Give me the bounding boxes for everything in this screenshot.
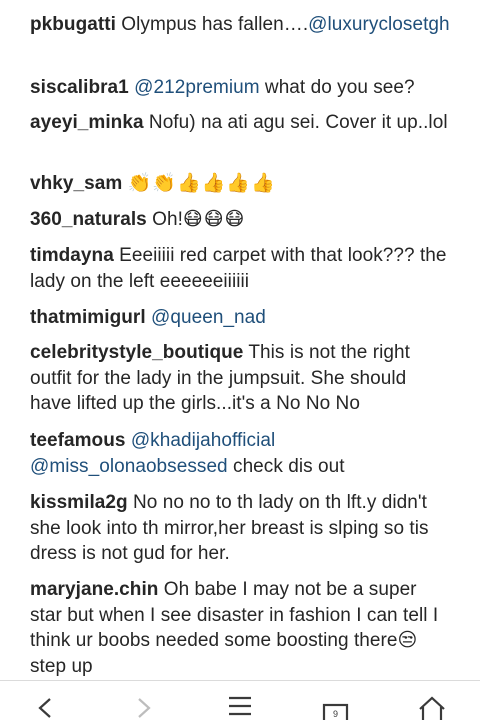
comment-username[interactable]: ayeyi_minka (30, 112, 144, 133)
comment-username[interactable]: maryjane.chin (30, 579, 158, 600)
comment-username[interactable]: teefamous (30, 430, 125, 451)
comment-item: vhky_sam 👏👏👍👍👍👍 (30, 171, 450, 197)
menu-icon (229, 696, 251, 716)
back-button[interactable] (26, 695, 66, 720)
comment-emoji: 😷😷😷 (182, 209, 246, 230)
comment-item: kissmila2g No no no to th lady on th lft… (30, 490, 450, 567)
comment-text: check dis out (227, 455, 345, 477)
tabs-button[interactable]: 9 (316, 695, 356, 720)
comment-mention[interactable]: @212premium (134, 77, 259, 98)
comment-item: celebritystyle_boutique This is not the … (30, 340, 450, 417)
comment-emoji: 👏👏👍👍👍👍 (127, 173, 276, 194)
comment-item: teefamous @khadijahofficial @miss_olonao… (30, 428, 450, 479)
comment-username[interactable]: timdayna (30, 245, 114, 266)
forward-icon (138, 698, 151, 718)
comment-username[interactable]: 360_naturals (30, 209, 147, 230)
comment-mention[interactable]: @luxuryclosetgh (308, 14, 450, 35)
comment-username[interactable]: siscalibra1 (30, 77, 129, 98)
browser-navigation-bar: 9 (0, 680, 480, 720)
comment-item: siscalibra1 @212premium what do you see? (30, 75, 450, 101)
comment-username[interactable]: pkbugatti (30, 14, 116, 35)
comment-text: Nofu) na ati agu sei. Cover it up..lol (148, 112, 448, 133)
home-icon (419, 696, 445, 720)
comment-username[interactable]: thatmimigurl (30, 307, 146, 328)
comment-mention[interactable]: @queen_nad (151, 307, 266, 328)
menu-button[interactable] (220, 695, 260, 720)
comment-item: maryjane.chin Oh babe I may not be a sup… (30, 577, 450, 679)
comment-username[interactable]: kissmila2g (30, 492, 128, 513)
forward-button[interactable] (124, 695, 164, 720)
comment-emoji: 😒 (397, 630, 419, 651)
home-button[interactable] (412, 695, 452, 720)
comment-item: ayeyi_minka Nofu) na ati agu sei. Cover … (30, 110, 450, 136)
tabs-icon: 9 (322, 703, 349, 720)
comment-username[interactable]: vhky_sam (30, 173, 122, 194)
comment-username[interactable]: celebritystyle_boutique (30, 342, 243, 363)
comment-text: step up (30, 655, 93, 677)
comment-text: Olympus has fallen…. (121, 14, 309, 35)
tabs-count: 9 (333, 709, 338, 719)
comment-text: what do you see? (259, 77, 415, 98)
comment-item: pkbugatti Olympus has fallen….@luxuryclo… (30, 12, 450, 38)
comment-item: 360_naturals Oh!😷😷😷 (30, 207, 450, 233)
back-icon (38, 698, 51, 718)
comment-item: timdayna Eeeiiiii red carpet with that l… (30, 243, 450, 294)
comment-item: thatmimigurl @queen_nad (30, 305, 450, 331)
comment-text: Oh! (152, 209, 183, 230)
